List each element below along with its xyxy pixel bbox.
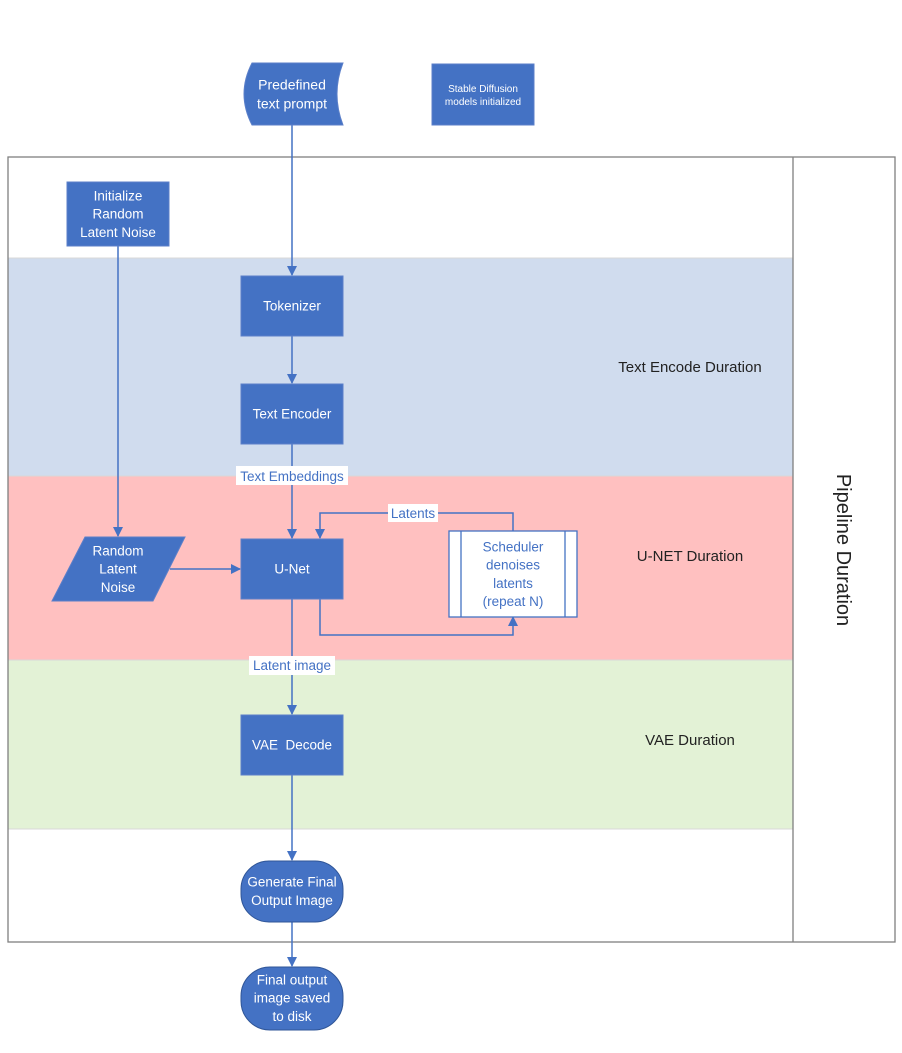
node-init-noise: Initialize Random Latent Noise (66, 181, 170, 247)
node-text-line: Text Encoder (253, 407, 332, 422)
unet-duration-label: U-NET Duration (637, 548, 743, 565)
node-text-line: Tokenizer (263, 299, 321, 314)
node-text-line: Final output (257, 973, 328, 988)
edge-label-latents: Latents (388, 504, 438, 522)
pipeline-flowchart: Text Encode Duration U-NET Duration VAE … (7, 62, 896, 1031)
node-vae-decode: VAE Decode (240, 714, 344, 776)
node-text-line: VAE Decode (252, 738, 332, 753)
text-embeddings-label: Text Embeddings (240, 469, 344, 484)
vae-decode-text: VAE Decode (252, 738, 332, 753)
node-text-line: Random (92, 207, 143, 222)
node-text-line: to disk (272, 1009, 311, 1024)
node-text-line: latents (493, 576, 533, 591)
node-text-line: Noise (101, 580, 136, 595)
node-text-line: Latent Noise (80, 225, 156, 240)
node-text-line: denoises (486, 558, 540, 573)
text-encoder-text: Text Encoder (253, 407, 332, 422)
node-text-line: Scheduler (483, 539, 544, 554)
node-text-line: Initialize (94, 189, 143, 204)
node-scheduler: Scheduler denoises latents (repeat N) (448, 530, 578, 618)
nodes: Predefined text prompt Stable Diffusion mo… (51, 62, 578, 1031)
node-text-line: Output Image (251, 893, 333, 908)
node-text-line: Generate Final (247, 875, 336, 890)
node-text-encoder: Text Encoder (240, 383, 344, 445)
unet-text: U-Net (274, 562, 310, 577)
node-generate-output: Generate Final Output Image (240, 860, 344, 923)
edge-label-latent-image: Latent image (249, 656, 335, 675)
node-text-line: Random (92, 544, 143, 559)
node-saved-output: Final output image saved to disk (240, 966, 344, 1031)
latents-label: Latents (391, 506, 436, 521)
text-encode-duration-label: Text Encode Duration (618, 359, 761, 376)
node-unet: U-Net (240, 538, 344, 600)
node-prompt: Predefined text prompt (243, 62, 344, 126)
node-text-line: (repeat N) (483, 594, 544, 609)
edge-label-text-embeddings: Text Embeddings (236, 466, 348, 485)
pipeline-duration-label: Pipeline Duration (832, 474, 854, 626)
node-text-line: Latent (99, 562, 137, 577)
node-models-initialized: Stable Diffusion models initialized (431, 63, 535, 126)
node-text-line: text prompt (257, 95, 327, 111)
node-text-line: image saved (254, 991, 331, 1006)
node-text-line: Predefined (258, 77, 326, 93)
node-text-line: U-Net (274, 562, 310, 577)
vae-duration-label: VAE Duration (645, 732, 735, 749)
node-text-line: models initialized (445, 97, 521, 108)
node-text-line: Stable Diffusion (448, 84, 518, 95)
latent-image-label: Latent image (253, 658, 331, 673)
node-tokenizer: Tokenizer (240, 275, 344, 337)
tokenizer-text: Tokenizer (263, 299, 321, 314)
